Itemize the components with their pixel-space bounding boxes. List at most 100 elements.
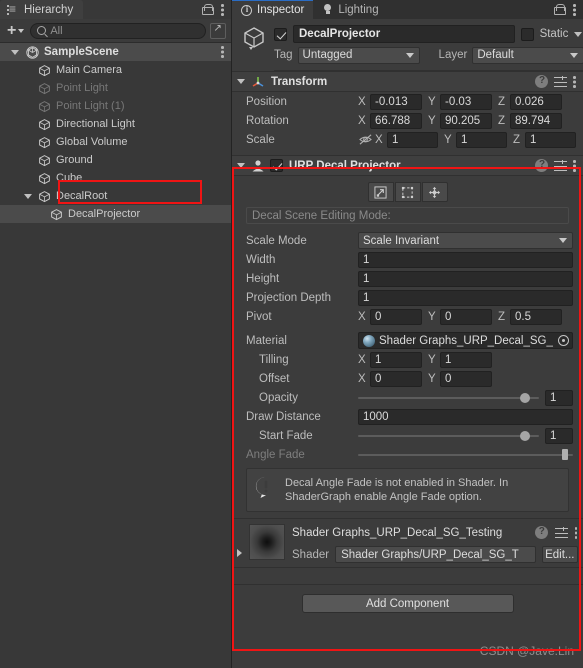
scale-y-field[interactable]: 1 (456, 131, 507, 148)
object-enabled-checkbox[interactable] (274, 27, 287, 41)
scale-link-off-icon[interactable] (358, 133, 373, 146)
tilling-x-field[interactable]: 1 (370, 351, 422, 368)
angle-fade-slider-track[interactable] (358, 449, 573, 460)
offset-x-field[interactable]: 0 (370, 370, 422, 387)
hierarchy-toolbar: + All (0, 19, 231, 43)
hierarchy-item-cube[interactable]: Cube (0, 169, 231, 187)
hierarchy-item-global-volume[interactable]: Global Volume (0, 133, 231, 151)
offset-y-field[interactable]: 0 (440, 370, 492, 387)
transform-header[interactable]: Transform (232, 71, 583, 92)
kebab-menu-icon[interactable] (221, 3, 224, 16)
chevron-down-icon[interactable] (11, 50, 19, 55)
component-separator-band (232, 567, 583, 585)
pivot-label: Pivot (246, 310, 272, 323)
preset-settings-icon[interactable] (554, 159, 567, 172)
scale-x-field[interactable]: 1 (387, 131, 438, 148)
opacity-field[interactable]: 1 (545, 389, 573, 406)
material-foldout[interactable] (237, 524, 242, 563)
help-icon[interactable] (535, 75, 548, 88)
pivot-y-field[interactable]: 0 (440, 308, 492, 325)
height-field[interactable]: 1 (358, 270, 573, 287)
tab-hierarchy[interactable]: Hierarchy (0, 0, 84, 19)
projection-depth-field[interactable]: 1 (358, 289, 573, 306)
tab-inspector[interactable]: Inspector (232, 0, 314, 19)
pivot-move-tool-button[interactable] (421, 182, 448, 202)
offset-label: Offset (259, 372, 290, 385)
preset-settings-icon[interactable] (554, 75, 567, 88)
kebab-menu-icon[interactable] (573, 159, 576, 172)
object-picker-icon[interactable] (558, 335, 569, 346)
hierarchy-item-decalroot[interactable]: DecalRoot (0, 187, 231, 205)
hierarchy-item-directional-light[interactable]: Directional Light (0, 115, 231, 133)
preset-settings-icon[interactable] (554, 526, 568, 539)
help-icon[interactable] (534, 526, 548, 539)
position-z-field[interactable]: 0.026 (510, 93, 562, 110)
uv-rect-tool-button[interactable] (394, 182, 421, 202)
hierarchy-item-point-light[interactable]: Point Light (0, 79, 231, 97)
hierarchy-item-main-camera[interactable]: Main Camera (0, 61, 231, 79)
lock-icon[interactable] (554, 4, 566, 15)
chevron-down-icon (405, 52, 414, 58)
search-expand-button[interactable] (210, 22, 226, 39)
chevron-right-icon[interactable] (237, 548, 242, 557)
start-fade-field[interactable]: 1 (545, 427, 573, 444)
hierarchy-item-point-light-1[interactable]: Point Light (1) (0, 97, 231, 115)
position-y-field[interactable]: -0.03 (440, 93, 492, 110)
pivot-x-field[interactable]: 0 (370, 308, 422, 325)
tag-dropdown[interactable]: Untagged (297, 46, 420, 64)
hierarchy-scrollbar[interactable] (226, 43, 231, 668)
decal-enabled-checkbox[interactable] (270, 159, 283, 172)
chevron-down-icon[interactable] (237, 163, 245, 168)
layer-dropdown[interactable]: Default (472, 46, 583, 64)
material-label: Material (246, 334, 287, 347)
search-input[interactable]: All (30, 22, 206, 39)
material-object-field[interactable]: Shader Graphs_URP_Decal_SG_ (358, 332, 573, 349)
angle-fade-slider-knob[interactable] (561, 449, 568, 460)
tag-layer-row: Tag Untagged Layer Default (274, 46, 583, 64)
scale-z-field[interactable]: 1 (525, 131, 576, 148)
scale-mode-dropdown[interactable]: Scale Invariant (358, 232, 573, 249)
edit-shader-button[interactable]: Edit... (541, 546, 578, 563)
static-dropdown-chevron-icon[interactable] (574, 31, 583, 37)
draw-distance-field[interactable]: 1000 (358, 408, 573, 425)
tilling-y-field[interactable]: 1 (440, 351, 492, 368)
tab-lighting[interactable]: Lighting (313, 0, 387, 19)
lock-icon[interactable] (202, 4, 214, 15)
rotation-x-field[interactable]: 66.788 (370, 112, 422, 129)
info-circle-icon (241, 4, 252, 16)
material-preview-thumbnail (249, 524, 285, 560)
rotation-y-field[interactable]: 90.205 (440, 112, 492, 129)
pivot-z-field[interactable]: 0.5 (510, 308, 562, 325)
kebab-menu-icon[interactable] (573, 75, 576, 88)
object-name-field[interactable]: DecalProjector (293, 25, 515, 43)
scene-root-row[interactable]: SampleScene (0, 43, 231, 61)
opacity-slider-knob[interactable] (519, 392, 530, 403)
position-x-field[interactable]: -0.013 (370, 93, 422, 110)
scale-handle-tool-button[interactable] (367, 182, 394, 202)
create-object-button[interactable]: + (5, 22, 26, 38)
help-icon[interactable] (535, 159, 548, 172)
scene-kebab-menu-icon[interactable] (221, 45, 224, 58)
opacity-slider[interactable] (358, 388, 545, 407)
decal-tool-buttons (232, 176, 583, 207)
static-checkbox[interactable] (520, 27, 534, 41)
start-fade-slider-knob[interactable] (519, 430, 530, 441)
chevron-down-icon[interactable] (237, 79, 245, 84)
kebab-menu-icon[interactable] (573, 3, 576, 16)
decal-projector-header[interactable]: URP Decal Projector (232, 155, 583, 176)
scale-mode-row: Scale Mode Scale Invariant (232, 231, 583, 250)
start-fade-slider-track[interactable] (358, 430, 539, 441)
add-component-button[interactable]: Add Component (301, 594, 514, 613)
shader-label: Shader (292, 548, 330, 561)
opacity-slider-track[interactable] (358, 392, 539, 403)
chevron-down-icon[interactable] (24, 194, 32, 199)
width-field[interactable]: 1 (358, 251, 573, 268)
layer-label: Layer (438, 49, 468, 61)
kebab-menu-icon[interactable] (574, 526, 578, 539)
start-fade-slider[interactable] (358, 426, 545, 445)
hierarchy-item-decalprojector[interactable]: DecalProjector (0, 205, 231, 223)
angle-fade-slider[interactable] (358, 445, 576, 464)
rotation-z-field[interactable]: 89.794 (510, 112, 562, 129)
shader-dropdown[interactable]: Shader Graphs/URP_Decal_SG_T (335, 546, 536, 563)
hierarchy-item-ground[interactable]: Ground (0, 151, 231, 169)
